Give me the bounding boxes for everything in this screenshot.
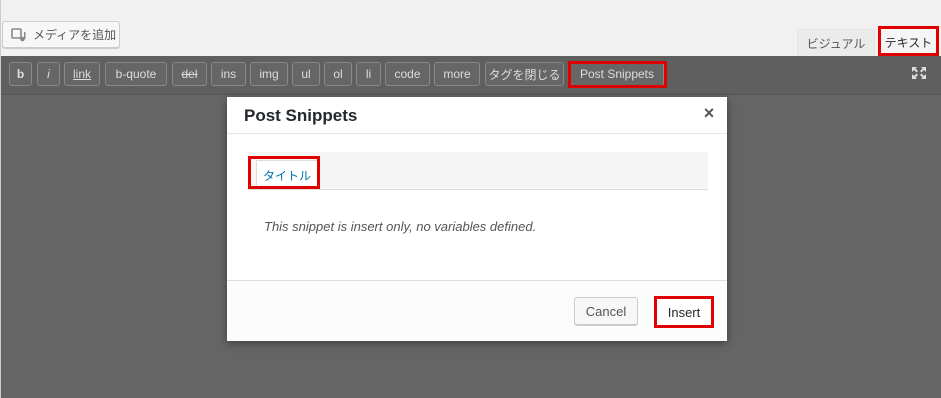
insert-button[interactable]: Insert bbox=[658, 300, 710, 324]
add-media-label: メディアを追加 bbox=[33, 28, 117, 42]
media-icon bbox=[11, 27, 27, 43]
qt-img-button[interactable]: img bbox=[250, 62, 288, 86]
qt-post-snippets-button[interactable]: Post Snippets bbox=[570, 62, 664, 86]
qt-code-button[interactable]: code bbox=[385, 62, 430, 86]
qt-ul-button[interactable]: ul bbox=[292, 62, 320, 86]
qt-more-button[interactable]: more bbox=[434, 62, 480, 86]
fullscreen-icon[interactable] bbox=[911, 66, 927, 80]
post-snippets-dialog: Post Snippets × タイトル This snippet is ins… bbox=[227, 97, 727, 341]
tab-visual[interactable]: ビジュアル bbox=[797, 29, 875, 56]
dialog-title: Post Snippets bbox=[244, 106, 358, 125]
add-media-button[interactable]: メディアを追加 bbox=[2, 21, 120, 48]
left-border bbox=[0, 0, 1, 398]
snippet-tab-bar: タイトル bbox=[248, 152, 708, 190]
close-icon[interactable]: × bbox=[701, 104, 717, 122]
qt-ol-button[interactable]: ol bbox=[324, 62, 352, 86]
cancel-button[interactable]: Cancel bbox=[574, 297, 638, 325]
qt-del-button[interactable]: del bbox=[172, 62, 207, 86]
tab-text[interactable]: テキスト bbox=[880, 29, 937, 56]
qt-bquote-button[interactable]: b-quote bbox=[105, 62, 167, 86]
qt-ins-button[interactable]: ins bbox=[211, 62, 246, 86]
qt-link-button[interactable]: link bbox=[64, 62, 100, 86]
dialog-footer: Cancel Insert bbox=[227, 280, 727, 341]
tab-snippet-title[interactable]: タイトル bbox=[256, 160, 318, 189]
snippet-message: This snippet is insert only, no variable… bbox=[264, 219, 537, 234]
qt-bold-button[interactable]: b bbox=[9, 62, 32, 86]
qt-li-button[interactable]: li bbox=[356, 62, 381, 86]
qt-italic-button[interactable]: i bbox=[37, 62, 60, 86]
qt-close-tags-button[interactable]: タグを閉じる bbox=[485, 62, 564, 86]
dialog-header: Post Snippets × bbox=[227, 97, 727, 134]
